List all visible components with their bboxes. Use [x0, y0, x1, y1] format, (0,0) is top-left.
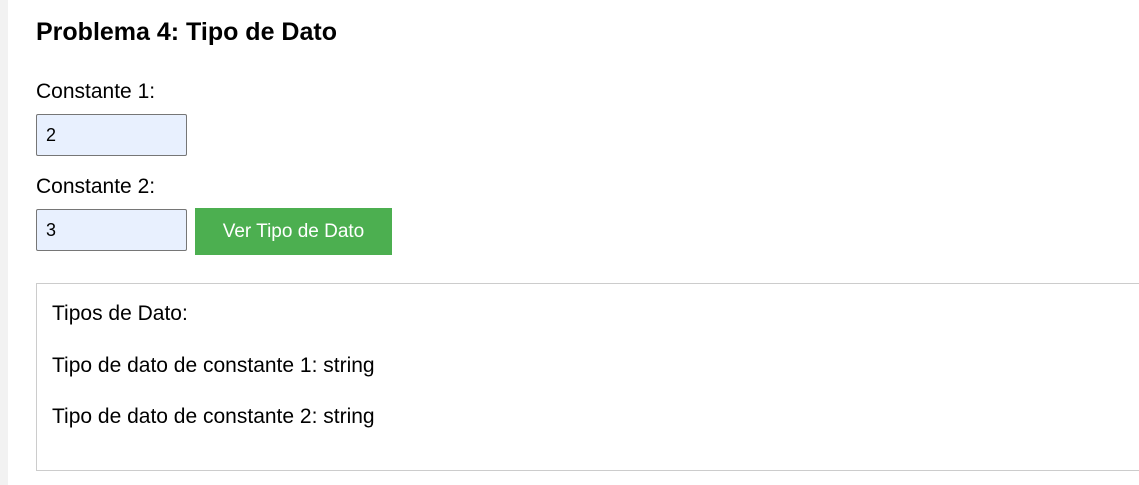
result-line-constant-1: Tipo de dato de constante 1: string: [52, 354, 375, 377]
result-line-constant-2: Tipo de dato de constante 2: string: [52, 405, 375, 428]
constant-1-input[interactable]: [36, 114, 187, 156]
result-heading: Tipos de Dato:: [52, 302, 188, 325]
page-title: Problema 4: Tipo de Dato: [36, 18, 337, 46]
constant-1-label: Constante 1:: [36, 80, 156, 103]
constant-2-input[interactable]: [36, 209, 187, 251]
main-content: Problema 4: Tipo de Dato Constante 1: Co…: [8, 0, 1139, 485]
result-panel: Tipos de Dato: Tipo de dato de constante…: [36, 283, 1139, 471]
show-data-type-button[interactable]: Ver Tipo de Dato: [195, 208, 392, 255]
constant-2-label: Constante 2:: [36, 175, 156, 198]
